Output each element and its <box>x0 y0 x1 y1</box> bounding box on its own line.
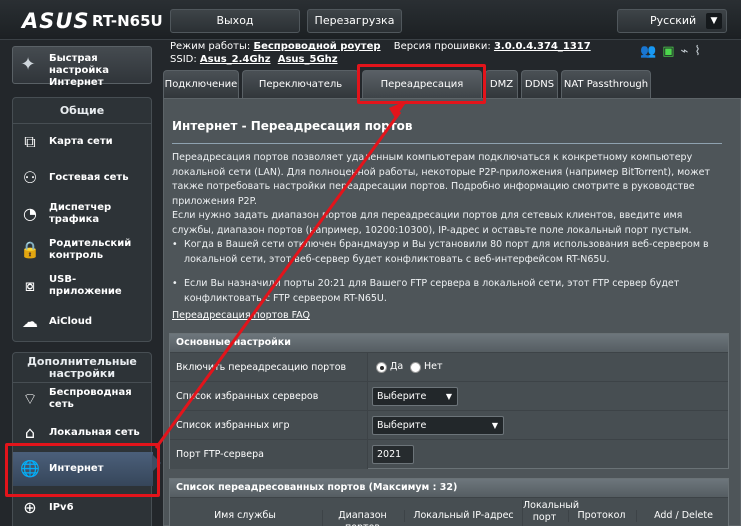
arrow-line <box>154 111 402 449</box>
annotation-arrow <box>154 100 408 449</box>
router-admin-page: ASUS RT-N65U Выход Перезагрузка Русский … <box>0 0 741 526</box>
